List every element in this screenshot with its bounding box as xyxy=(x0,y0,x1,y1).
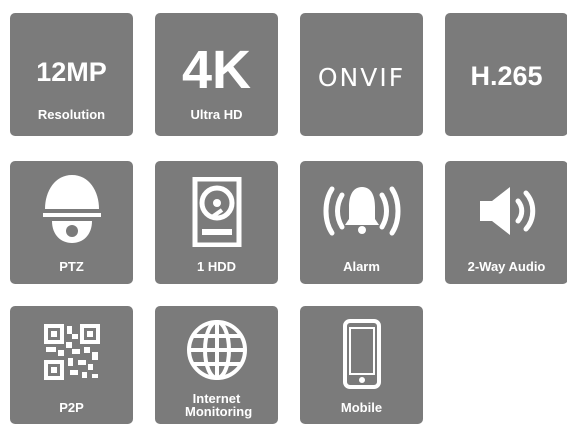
mobile-tile: Mobile xyxy=(300,306,423,424)
ultra-hd-label: Ultra HD xyxy=(190,107,243,122)
hdd-label: 1 HDD xyxy=(196,259,236,274)
ptz-tile: PTZ xyxy=(10,161,133,284)
hdd-tile: 1 HDD xyxy=(155,161,278,284)
resolution-label: Resolution xyxy=(37,107,106,122)
resolution-tile: 12MP Resolution xyxy=(10,13,133,136)
onvif-tile: ONVIF xyxy=(300,13,423,136)
alarm-tile: Alarm xyxy=(300,161,423,284)
feature-grid: { "tiles": { "resolution": {"title": "12… xyxy=(0,0,567,426)
alarm-bell-icon xyxy=(300,181,423,241)
internet-tile: Internet Monitoring xyxy=(155,306,278,424)
audio-label: 2-Way Audio xyxy=(467,259,546,274)
globe-icon xyxy=(155,318,278,382)
resolution-value: 12MP xyxy=(36,57,107,87)
hard-drive-icon xyxy=(155,177,278,247)
p2p-label: P2P xyxy=(59,400,84,415)
ultra-hd-tile: 4K Ultra HD xyxy=(155,13,278,136)
alarm-label: Alarm xyxy=(343,259,380,274)
mobile-label: Mobile xyxy=(340,400,383,415)
ptz-label: PTZ xyxy=(59,259,84,274)
onvif-logo: ONVIF xyxy=(317,63,406,92)
ptz-dome-camera-icon xyxy=(10,173,133,245)
internet-label: Internet Monitoring xyxy=(185,391,253,419)
audio-tile: 2-Way Audio xyxy=(445,161,567,284)
codec-tile: H.265 xyxy=(445,13,567,136)
speaker-icon xyxy=(445,181,567,241)
qr-code-icon xyxy=(10,322,133,382)
codec-value: H.265 xyxy=(470,61,543,91)
p2p-tile: P2P xyxy=(10,306,133,424)
4k-value: 4K xyxy=(181,40,252,100)
smartphone-icon xyxy=(300,318,423,390)
